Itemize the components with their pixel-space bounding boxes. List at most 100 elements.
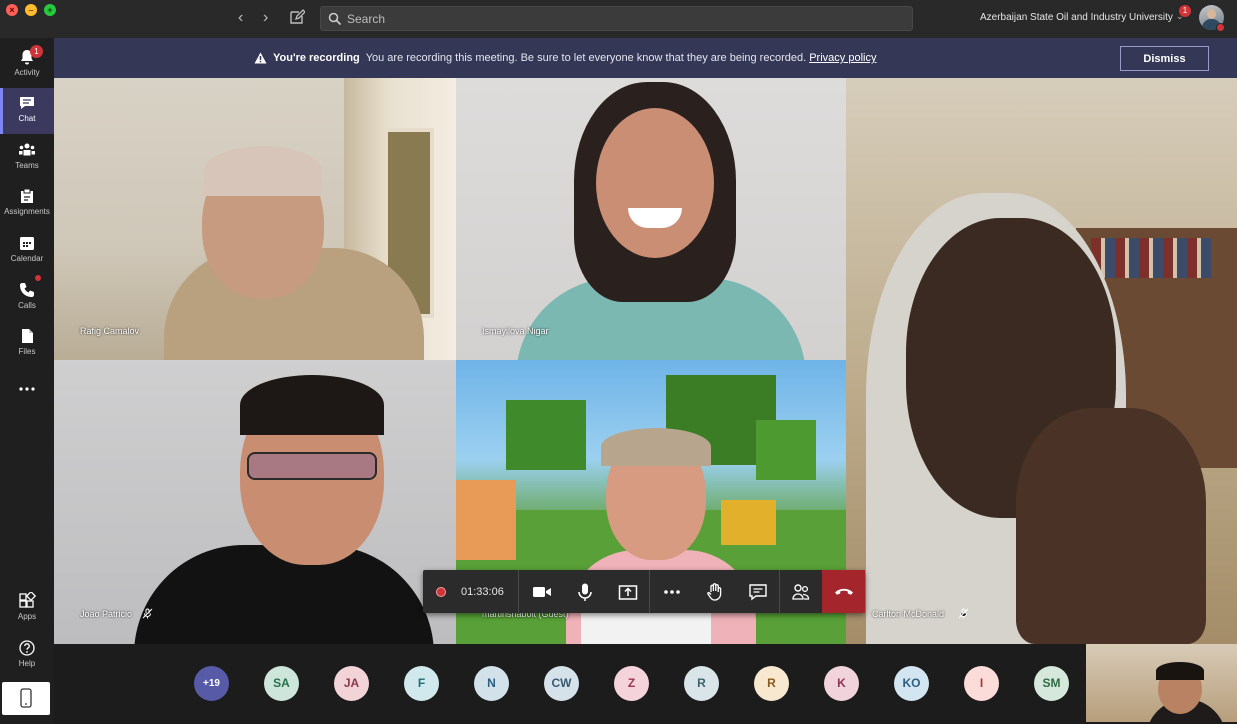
minecraft-tree <box>506 400 586 470</box>
video-tile-rafig-camalov[interactable]: Rafig Camalov <box>54 78 456 360</box>
participant-name: Ismayilova Nigar <box>482 326 549 336</box>
raise-hand-button[interactable] <box>693 570 736 613</box>
minecraft-bee <box>721 500 776 545</box>
video-tile-carlton-mcdonald[interactable]: Carlton McDonald <box>846 78 1237 644</box>
microphone-button[interactable] <box>563 570 606 613</box>
participant-name: Rafig Camalov <box>80 326 140 336</box>
recording-indicator-icon <box>436 587 446 597</box>
sidebar-item-label: Help <box>18 659 36 668</box>
participant-hair <box>240 375 384 435</box>
org-name[interactable]: Azerbaijan State Oil and Industry Univer… <box>980 12 1173 23</box>
sidebar-item-help[interactable]: Help <box>0 633 54 679</box>
mic-off-icon <box>958 608 969 619</box>
window-minimize-icon[interactable]: – <box>25 4 37 16</box>
window-close-icon[interactable]: × <box>6 4 18 16</box>
sidebar-item-chat[interactable]: Chat <box>0 88 54 134</box>
sidebar-item-label: Calls <box>18 301 36 310</box>
participant-face <box>596 108 714 258</box>
search-icon <box>328 12 342 26</box>
warning-icon <box>254 52 267 64</box>
participant-avatar[interactable]: I <box>964 666 999 701</box>
more-options-icon <box>664 590 680 594</box>
banner-text: You're recording You are recording this … <box>273 52 876 64</box>
teams-icon <box>19 143 35 156</box>
mobile-device-icon <box>20 688 32 708</box>
participant-glasses <box>247 452 377 480</box>
sidebar-item-calendar[interactable]: Calendar <box>0 228 54 274</box>
participant-avatar[interactable]: N <box>474 666 509 701</box>
sidebar-item-activity[interactable]: Activity 1 <box>0 42 54 88</box>
sidebar-item-files[interactable]: Files <box>0 321 54 367</box>
minecraft-character <box>456 480 516 560</box>
self-view-video[interactable] <box>1086 644 1237 722</box>
people-icon <box>792 584 810 600</box>
recording-banner: You're recording You are recording this … <box>54 38 1237 78</box>
app-rail: Activity 1 Chat Teams Assignments Calend… <box>0 38 54 724</box>
share-screen-button[interactable] <box>606 570 649 613</box>
compose-icon[interactable] <box>289 9 305 25</box>
participant-hair <box>1156 662 1204 680</box>
forward-icon[interactable]: › <box>263 9 268 27</box>
banner-message: You are recording this meeting. Be sure … <box>365 52 807 64</box>
sidebar-more-button[interactable] <box>0 368 54 414</box>
org-notification-badge: 1 <box>1179 5 1191 17</box>
participant-avatar[interactable]: F <box>404 666 439 701</box>
sidebar-item-apps[interactable]: Apps <box>0 586 54 632</box>
participant-avatar[interactable]: SM <box>1034 666 1069 701</box>
participant-name: Joao Patricio <box>80 609 133 619</box>
sidebar-item-calls[interactable]: Calls <box>0 275 54 321</box>
video-camera-icon <box>533 587 551 597</box>
window-maximize-icon[interactable]: + <box>44 4 56 16</box>
assignments-icon <box>21 188 33 203</box>
search-input[interactable] <box>347 10 887 28</box>
help-icon <box>19 640 35 656</box>
video-tile-joao-patricio[interactable]: Joao Patricio <box>54 360 456 644</box>
microphone-icon <box>578 583 592 601</box>
participants-button[interactable] <box>779 570 822 613</box>
calls-notification-dot <box>35 275 41 281</box>
mic-off-icon <box>142 608 153 619</box>
search-box[interactable] <box>320 6 913 31</box>
sidebar-item-label: Files <box>18 347 36 356</box>
participant-hair <box>204 146 322 196</box>
more-participants-button[interactable]: +19 <box>194 666 229 701</box>
presence-status-icon <box>1216 23 1225 32</box>
sidebar-item-label: Chat <box>18 114 36 123</box>
hang-up-button[interactable] <box>822 570 865 613</box>
participant-avatar[interactable]: R <box>754 666 789 701</box>
sidebar-item-teams[interactable]: Teams <box>0 135 54 181</box>
phone-icon <box>20 283 34 297</box>
hang-up-icon <box>835 588 853 595</box>
raise-hand-icon <box>707 583 722 601</box>
participant-avatar[interactable]: JA <box>334 666 369 701</box>
call-timer: 01:33:06 <box>461 586 504 598</box>
meeting-chat-button[interactable] <box>736 570 779 613</box>
participant-avatar[interactable]: R <box>684 666 719 701</box>
participant-avatar[interactable]: K <box>824 666 859 701</box>
participant-avatar[interactable]: SA <box>264 666 299 701</box>
back-icon[interactable]: ‹ <box>238 9 243 27</box>
title-bar: × – + ‹ › Azerbaijan State Oil and Indus… <box>0 0 1237 38</box>
more-actions-button[interactable] <box>650 570 693 613</box>
chat-icon <box>20 97 34 109</box>
camera-button[interactable] <box>520 570 563 613</box>
participant-hair <box>601 428 711 466</box>
sidebar-item-label: Activity <box>14 68 40 77</box>
sidebar-item-label: Assignments <box>4 207 50 216</box>
participant-avatar[interactable]: CW <box>544 666 579 701</box>
sidebar-item-label: Apps <box>17 612 37 621</box>
dismiss-button[interactable]: Dismiss <box>1120 46 1209 71</box>
more-options-icon <box>19 387 35 391</box>
participant-avatar[interactable]: Z <box>614 666 649 701</box>
call-controls: 01:33:06 <box>423 570 865 613</box>
share-screen-icon <box>618 585 638 600</box>
device-settings-button[interactable] <box>2 682 50 715</box>
video-tile-ismayilova-nigar[interactable]: Ismayilova Nigar <box>456 78 846 360</box>
divider <box>518 570 519 613</box>
books <box>1091 238 1211 278</box>
participant-avatar[interactable]: KO <box>894 666 929 701</box>
participant-hand <box>1016 408 1206 644</box>
privacy-policy-link[interactable]: Privacy policy <box>809 52 876 64</box>
sidebar-item-assignments[interactable]: Assignments <box>0 181 54 227</box>
participant-roster: +19 SA JA F N CW Z R R K KO I SM <box>54 644 1237 724</box>
